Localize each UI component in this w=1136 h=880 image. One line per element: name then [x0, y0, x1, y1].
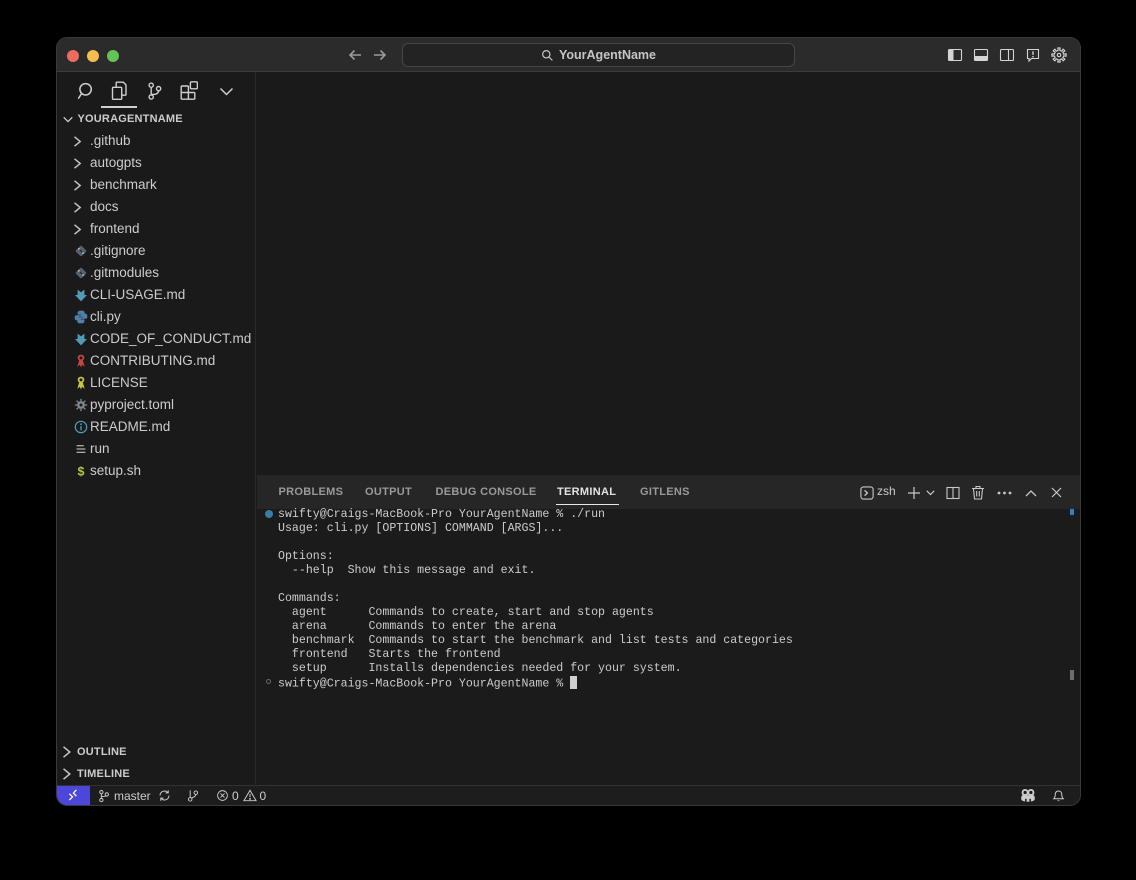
svg-text:$: $ [77, 465, 85, 479]
